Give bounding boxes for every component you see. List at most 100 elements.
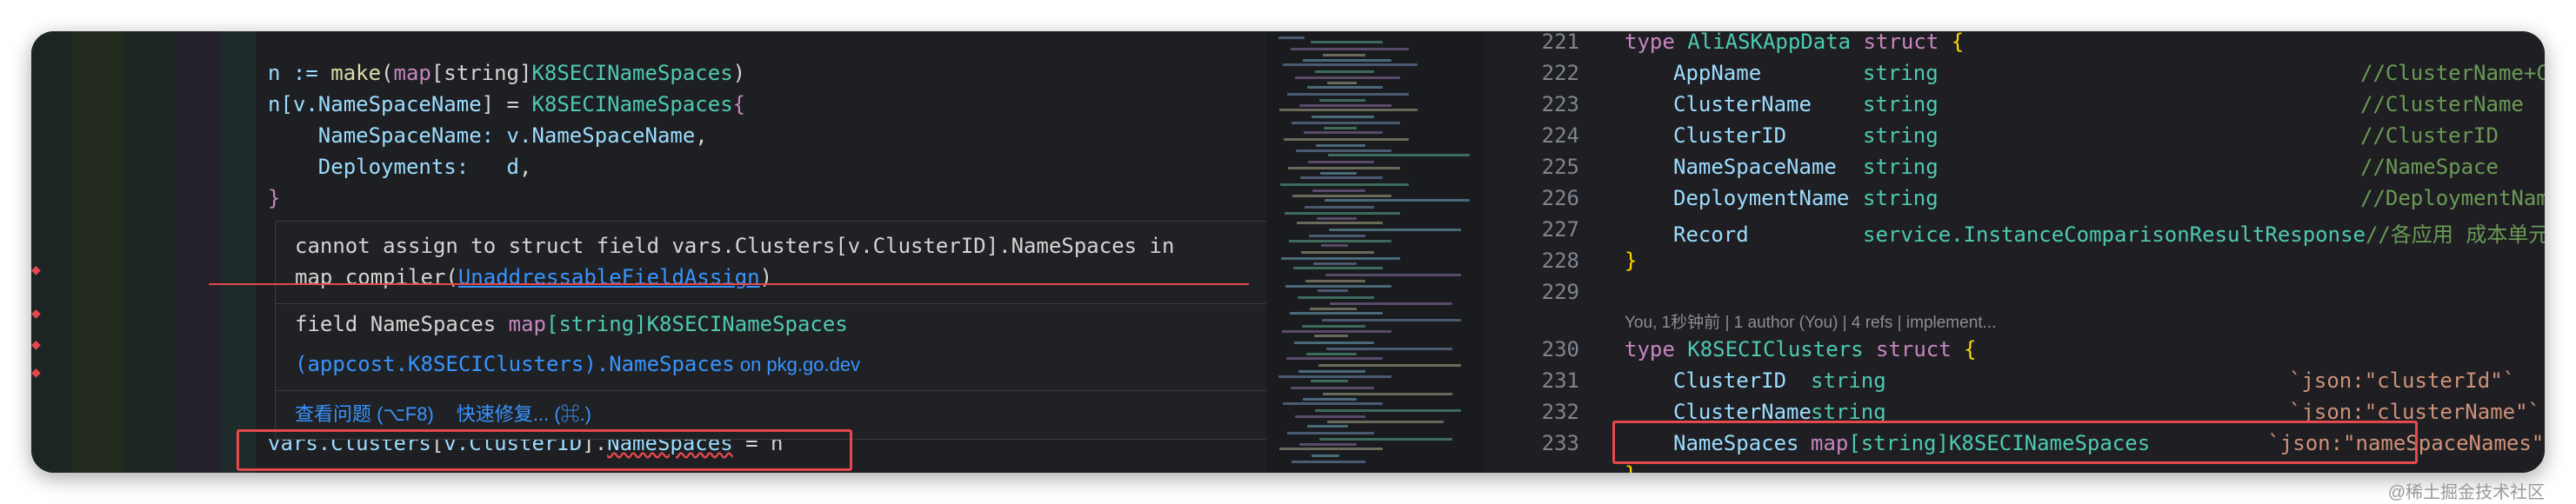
minimap-line [1291, 461, 1365, 463]
code-line[interactable]: ClusterID string `json:"clusterId"` [1673, 368, 2515, 393]
minimap-line [1279, 109, 1418, 111]
minimap-line [1290, 312, 1383, 315]
minimap-line [1316, 144, 1365, 147]
highlight-box [1612, 421, 2418, 464]
minimap-line [1325, 274, 1461, 276]
minimap-line [1305, 280, 1365, 282]
minimap-line [1286, 357, 1383, 360]
code-token: NameSpaceName: [268, 123, 507, 148]
code-token: K8SECINameSpaces [531, 92, 733, 116]
code-token: AliASKAppData [1687, 31, 1852, 54]
minimap-line [1287, 93, 1409, 96]
minimap-line [1283, 402, 1383, 405]
code-token: make [330, 61, 382, 85]
minimap-line [1287, 432, 1374, 434]
field-comment: //NameSpace [2360, 155, 2499, 179]
line-number: 232 [1541, 400, 1579, 424]
code-line[interactable]: n := make(map[string]K8SECINameSpaces) [268, 57, 745, 89]
field-name: AppName [1673, 61, 1762, 85]
divider [276, 390, 1302, 391]
minimap-line [1311, 380, 1348, 382]
field-name: ClusterID [1673, 123, 1787, 148]
field-name: NameSpaceName [1673, 155, 1837, 179]
minimap-line [1278, 36, 1305, 39]
line-number: 226 [1541, 186, 1579, 210]
view-problem-button[interactable]: 查看问题 (⌥F8) [295, 403, 434, 425]
field-signature: field NameSpaces map[string]K8SECINameSp… [295, 312, 848, 336]
code-token: struct [1863, 31, 1939, 54]
minimap-line [1281, 257, 1400, 260]
line-number: 223 [1541, 92, 1579, 116]
code-line[interactable]: } [268, 182, 280, 214]
error-message: cannot assign to struct field vars.Clust… [295, 234, 1175, 258]
line-number: 230 [1541, 337, 1579, 361]
minimap-line [1304, 131, 1383, 134]
error-marker-icon: ◆ [31, 363, 41, 381]
line-number: 228 [1541, 249, 1579, 273]
signature-text: field NameSpaces [295, 312, 509, 336]
code-token: v.NameSpaceName [506, 123, 696, 148]
pkg-go-dev-suffix[interactable]: on pkg.go.dev [735, 354, 860, 375]
code-line[interactable]: ClusterID string //ClusterID [1673, 123, 2499, 148]
minimap-line [1315, 409, 1461, 412]
code-line[interactable]: AppName string //ClusterName+Cl [1673, 61, 2545, 85]
error-marker-icon: ◆ [31, 335, 41, 354]
signature-type: [string]K8SECINameSpaces [546, 312, 848, 336]
minimap-line [1319, 99, 1365, 102]
field-comment: //ClusterName [2360, 92, 2524, 116]
code-line[interactable]: type K8SECIClusters struct { [1625, 337, 1977, 361]
minimap-line [1293, 267, 1383, 269]
minimap-line [1319, 438, 1452, 441]
code-line[interactable]: type AliASKAppData struct { [1625, 31, 1964, 54]
right-editor-pane[interactable]: 221 222 223 224 225 226 227 228 229 230 … [1484, 31, 2545, 473]
minimap-line [1307, 86, 1383, 89]
indent-guide [71, 31, 122, 473]
error-message-line2: map compiler(UnaddressableFieldAssign) [295, 265, 772, 289]
strikethrough-annotation [209, 283, 1249, 285]
line-number: 229 [1541, 280, 1579, 304]
minimap-line [1279, 448, 1383, 450]
minimap-line [1295, 76, 1400, 79]
minimap-line [1288, 167, 1400, 169]
line-number: 233 [1541, 431, 1579, 455]
editor-window: ◆ ◆ ◆ ◆ n := make(map[string]K8SECINameS… [31, 31, 2545, 473]
code-line[interactable]: NameSpaceName: v.NameSpaceName, [268, 120, 708, 151]
line-number: 225 [1541, 155, 1579, 179]
code-line[interactable]: } [1625, 249, 1637, 273]
field-name: Record [1673, 222, 1749, 247]
line-number: 227 [1541, 217, 1579, 242]
minimap-line [1311, 41, 1383, 43]
code-line[interactable]: Deployments: d, [268, 151, 532, 182]
minimap-line [1282, 330, 1391, 333]
code-token: , [519, 155, 532, 179]
code-line[interactable]: NameSpaceName string //NameSpace [1673, 155, 2499, 179]
line-number: 231 [1541, 368, 1579, 393]
minimap-line [1301, 251, 1374, 254]
quick-fix-button[interactable]: 快速修复... (⌘.) [457, 403, 591, 425]
code-line[interactable]: Record service.InstanceComparisonResultRe… [1673, 217, 2545, 248]
code-token: type [1625, 31, 1675, 54]
minimap-line [1289, 240, 1391, 242]
minimap-line [1307, 425, 1348, 428]
minimap-line [1306, 353, 1357, 355]
field-type: service.InstanceComparisonResultResponse [1863, 222, 2366, 247]
code-token: type [1625, 337, 1675, 361]
minimap-line [1313, 262, 1357, 265]
pkg-go-dev-link[interactable]: (appcost.K8SECIClusters).NameSpaces [295, 352, 735, 376]
minimap-line [1297, 222, 1383, 224]
minimap-line [1291, 387, 1374, 389]
minimap-line [1327, 421, 1444, 423]
minimap-line [1285, 212, 1400, 215]
codelens[interactable]: You, 1秒钟前 | 1 author (You) | 4 refs | im… [1625, 309, 1996, 333]
code-line[interactable]: ClusterName string //ClusterName [1673, 92, 2524, 116]
field-comment: //ClusterID [2360, 123, 2499, 148]
minimap-line [1318, 364, 1461, 367]
minimap-line [1291, 48, 1409, 50]
code-line[interactable]: DeploymentName string //DeploymentName [1673, 186, 2545, 210]
indent-guide [31, 31, 71, 473]
code-token: v.NameSpaceName [292, 92, 482, 116]
error-code-link[interactable]: UnaddressableFieldAssign [458, 265, 760, 289]
minimap-line [1312, 189, 1365, 192]
code-line[interactable]: n[v.NameSpaceName] = K8SECINameSpaces{ [268, 89, 745, 120]
minimap[interactable] [1266, 31, 1484, 473]
